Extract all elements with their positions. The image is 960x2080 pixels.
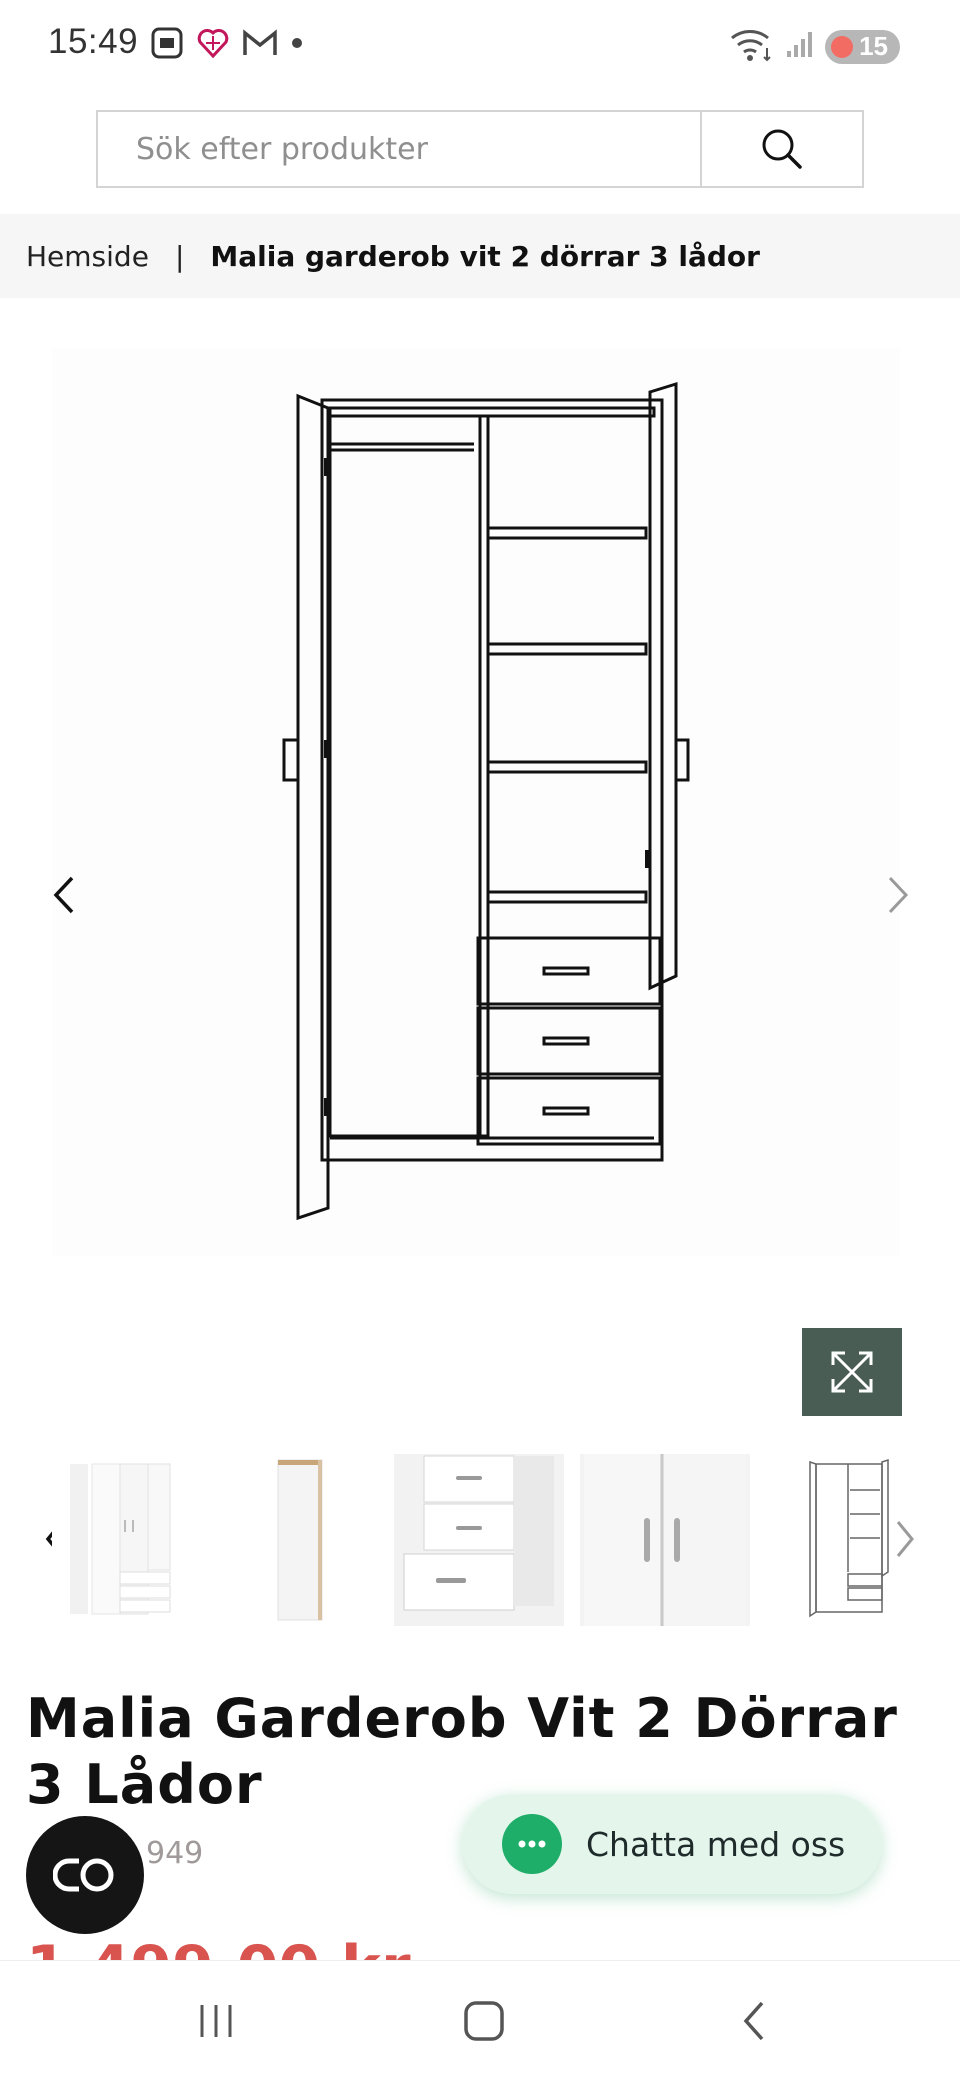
chat-label: Chatta med oss — [586, 1824, 846, 1864]
breadcrumb-home-link[interactable]: Hemside — [26, 240, 149, 273]
recent-apps-button[interactable] — [176, 1991, 256, 2051]
back-button[interactable] — [714, 1991, 794, 2051]
breadcrumb: Hemside | Malia garderob vit 2 dörrar 3 … — [0, 214, 960, 298]
status-time: 15:49 — [48, 22, 139, 61]
home-icon — [464, 2001, 504, 2041]
expand-image-button[interactable] — [802, 1328, 902, 1416]
chat-button[interactable]: Chatta med oss — [462, 1794, 882, 1894]
thumbnail-door-handles[interactable] — [580, 1454, 750, 1626]
thumbnail-wardrobe-side[interactable] — [230, 1454, 400, 1626]
chevron-left-icon — [53, 876, 74, 914]
back-icon — [743, 2001, 764, 2041]
health-icon — [196, 26, 230, 65]
search-input[interactable] — [98, 112, 700, 186]
gallery-prev-arrow[interactable] — [46, 872, 82, 918]
search-icon — [762, 129, 802, 169]
battery-saver-dot — [831, 35, 854, 58]
dot-icon — [290, 36, 304, 55]
product-price-text: 1 499,00 kr — [26, 1938, 411, 1960]
wardrobe-line-drawing — [282, 381, 690, 1221]
status-notification-icons — [150, 26, 304, 65]
system-nav-bar — [0, 1960, 960, 2080]
thumbnail-drawers-open[interactable] — [394, 1454, 564, 1626]
status-system-icons: 15 — [729, 26, 900, 67]
status-bar: 15:49 15 — [0, 0, 960, 90]
chevron-right-icon — [888, 876, 909, 914]
gmail-icon — [242, 28, 278, 63]
home-button[interactable] — [444, 1991, 524, 2051]
gallery-next-arrow[interactable] — [880, 872, 916, 918]
cookie-settings-icon — [53, 1858, 114, 1892]
breadcrumb-separator: | — [174, 239, 185, 273]
main-product-image[interactable] — [52, 348, 900, 1256]
thumbnail-wardrobe-front[interactable] — [52, 1454, 222, 1626]
battery-level: 15 — [859, 31, 888, 61]
thumbnail-strip — [0, 1454, 960, 1628]
expand-icon — [831, 1351, 873, 1393]
product-price: 1 499,00 kr — [26, 1938, 411, 1960]
wifi-icon — [729, 26, 775, 67]
chevron-right-icon — [896, 1521, 914, 1557]
recent-apps-icon — [200, 2005, 232, 2037]
battery-icon: 15 — [825, 29, 900, 64]
cookie-consent-button[interactable] — [26, 1816, 144, 1934]
screenshot-icon — [150, 26, 184, 65]
thumbnail-next-arrow[interactable] — [888, 1514, 922, 1564]
signal-icon — [785, 29, 815, 64]
search-button[interactable] — [700, 112, 862, 186]
chat-bubble-icon — [502, 1814, 562, 1874]
product-sku: 949 — [146, 1836, 204, 1871]
breadcrumb-current: Malia garderob vit 2 dörrar 3 lådor — [210, 239, 760, 273]
search-bar — [96, 110, 864, 188]
